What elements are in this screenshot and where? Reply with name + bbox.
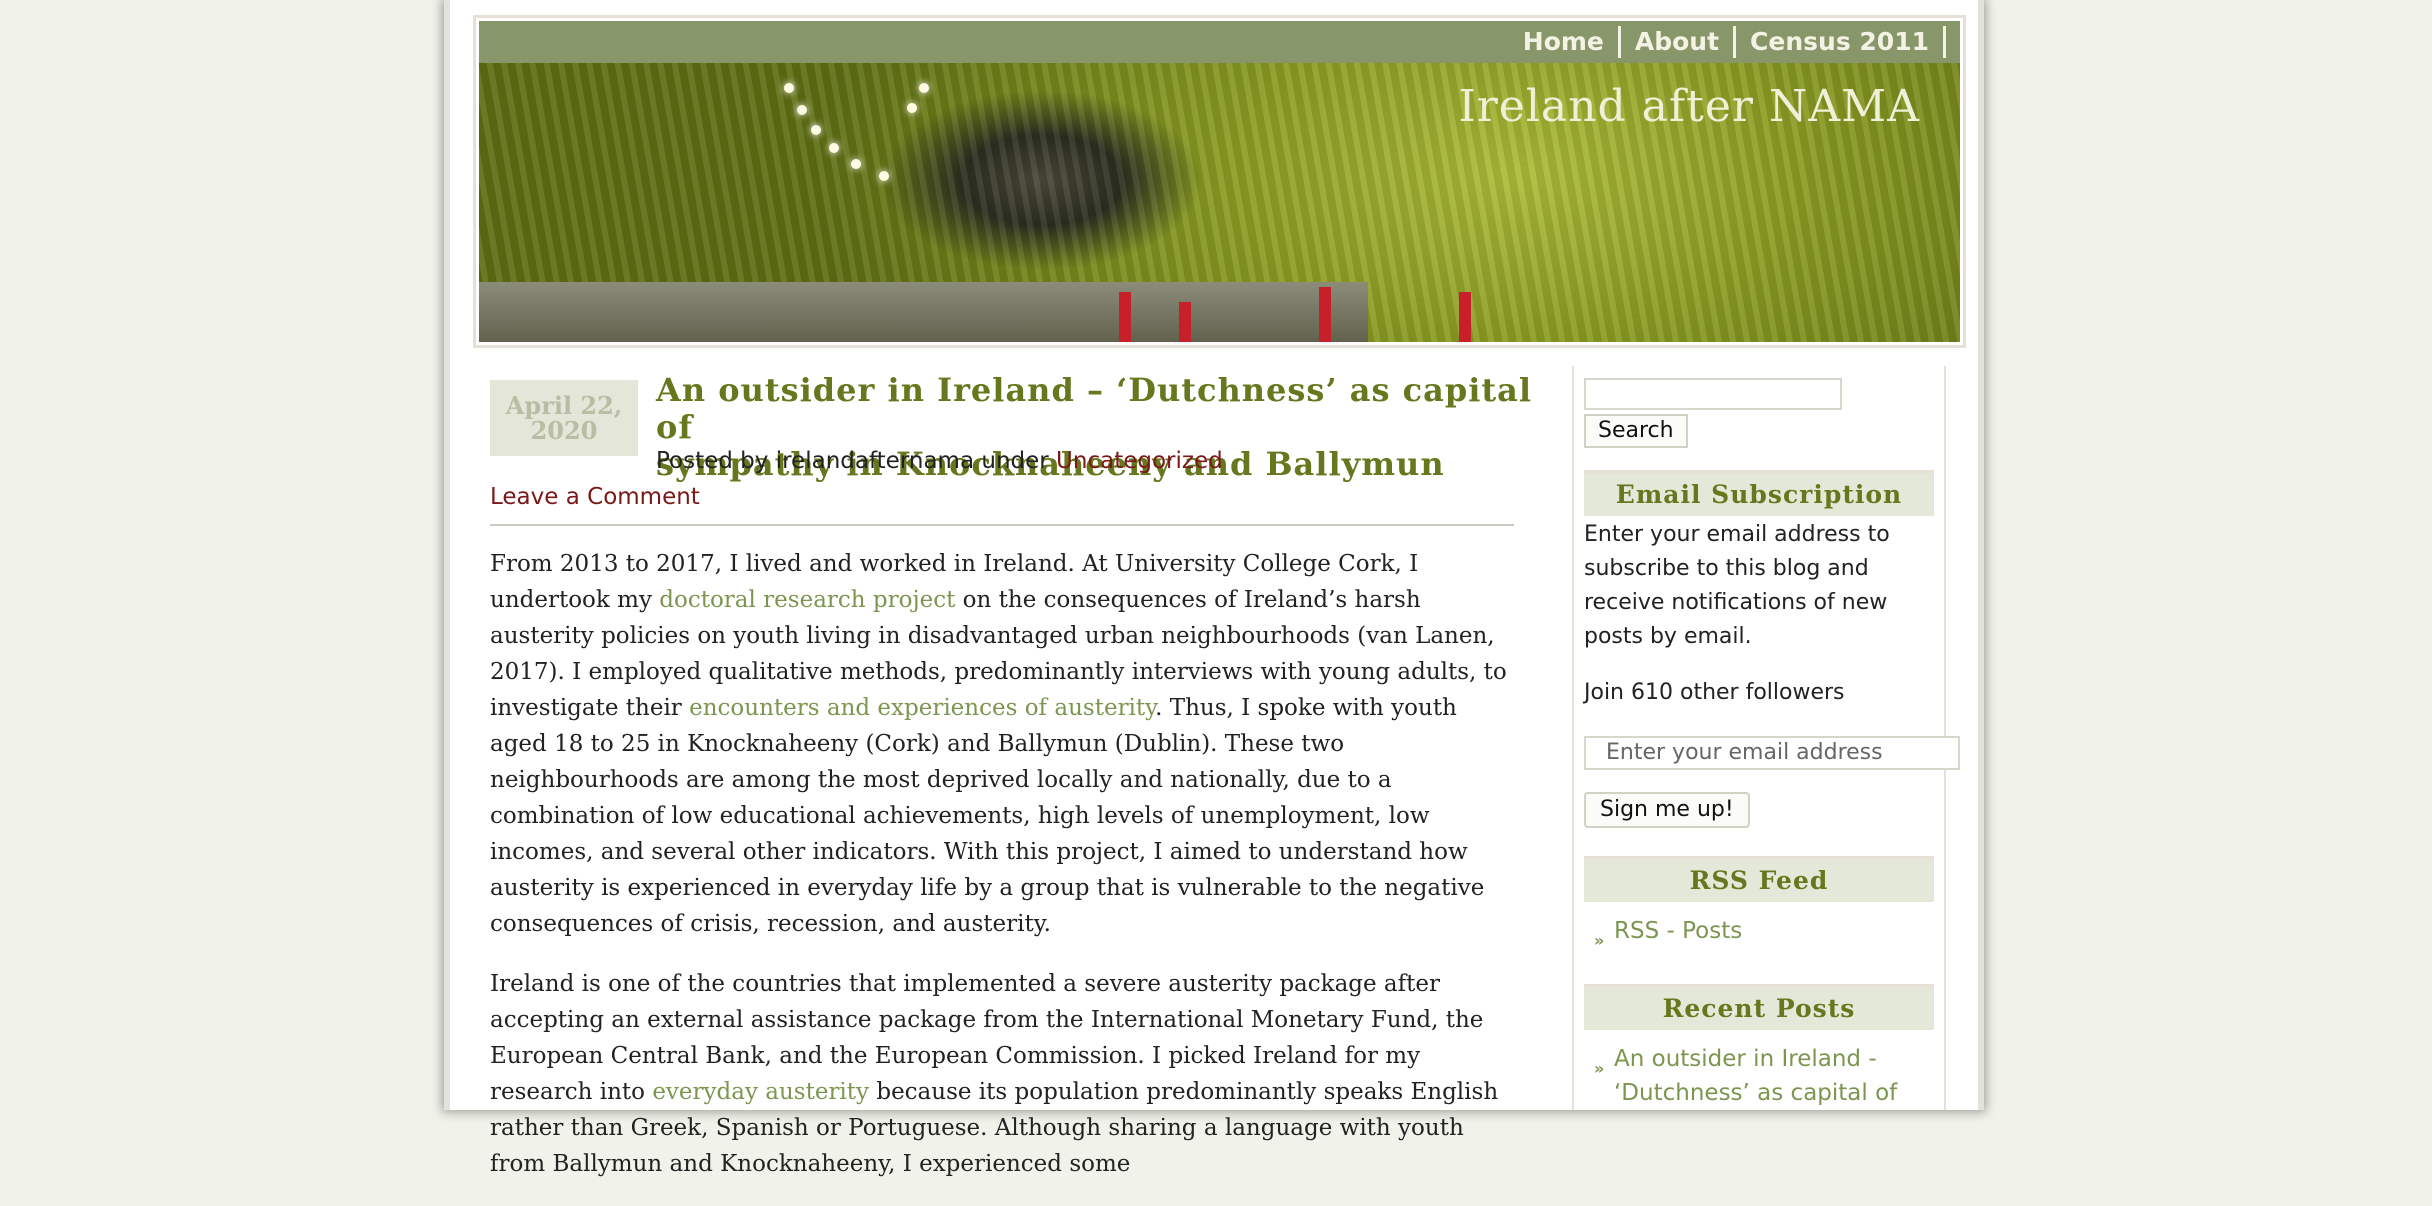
tunnel-light	[919, 83, 929, 93]
post-body: From 2013 to 2017, I lived and worked in…	[490, 546, 1520, 1206]
tunnel-light	[797, 105, 807, 115]
rss-posts-link[interactable]: » RSS - Posts	[1594, 914, 1742, 950]
nav-home[interactable]: Home	[1509, 26, 1621, 58]
leave-comment-link[interactable]: Leave a Comment	[490, 484, 700, 510]
email-subscription-text: Enter your email address to subscribe to…	[1584, 522, 1890, 649]
road-post	[1459, 292, 1471, 342]
encounters-austerity-link[interactable]: encounters and experiences of austerity	[689, 695, 1155, 721]
followers-count: Join 610 other followers	[1584, 680, 1845, 705]
search-input[interactable]	[1584, 378, 1842, 410]
tunnel-light	[851, 159, 861, 169]
post-paragraph: Ireland is one of the countries that imp…	[490, 966, 1520, 1182]
sign-me-up-button[interactable]: Sign me up!	[1584, 792, 1750, 828]
post-date-badge: April 22, 2020	[490, 380, 638, 456]
tunnel-road	[479, 282, 1368, 342]
post-date-line2: 2020	[530, 416, 598, 445]
post-title-line1[interactable]: An outsider in Ireland – ‘Dutchness’ as …	[656, 372, 1536, 446]
chevron-right-icon: »	[1594, 1059, 1605, 1078]
rss-posts-label[interactable]: RSS - Posts	[1614, 918, 1742, 944]
tunnel-light	[784, 83, 794, 93]
email-field[interactable]: Enter your email address	[1584, 736, 1960, 770]
top-nav: Home About Census 2011	[479, 21, 1960, 63]
rss-feed-title: RSS Feed	[1584, 856, 1934, 902]
tunnel-light	[829, 143, 839, 153]
tunnel-light	[879, 171, 889, 181]
post-meta: Posted by irelandafternama under Uncateg…	[656, 448, 1223, 474]
road-post	[1179, 302, 1191, 342]
email-subscription-title: Email Subscription	[1584, 470, 1934, 516]
recent-post-label[interactable]: An outsider in Ireland - ‘Dutchness’ as …	[1614, 1046, 1897, 1106]
under-label: under	[974, 448, 1057, 474]
nav-about[interactable]: About	[1621, 26, 1737, 58]
post-author: irelandafternama	[775, 448, 975, 474]
nav-census-2011[interactable]: Census 2011	[1736, 26, 1946, 58]
road-post	[1119, 292, 1131, 342]
doctoral-research-link[interactable]: doctoral research project	[659, 587, 955, 613]
post-divider	[490, 524, 1514, 526]
post-category-link[interactable]: Uncategorized	[1056, 448, 1223, 474]
tunnel-light	[811, 125, 821, 135]
site-header: Home About Census 2011 Ireland after NAM…	[473, 15, 1966, 348]
everyday-austerity-link[interactable]: everyday austerity	[652, 1079, 869, 1105]
tunnel-light	[907, 103, 917, 113]
recent-posts-title: Recent Posts	[1584, 984, 1934, 1030]
header-banner-image: Ireland after NAMA	[479, 63, 1960, 342]
recent-post-link[interactable]: » An outsider in Ireland - ‘Dutchness’ a…	[1594, 1042, 1914, 1110]
paragraph-text: . Thus, I spoke with youth aged 18 to 25…	[490, 695, 1485, 937]
site-title[interactable]: Ireland after NAMA	[1458, 81, 1920, 132]
posted-by-label: Posted by	[656, 448, 776, 474]
search-button[interactable]: Search	[1584, 414, 1688, 448]
sidebar-divider-left	[1572, 366, 1574, 1110]
road-post	[1319, 287, 1331, 342]
chevron-right-icon: »	[1594, 931, 1605, 950]
post-date-line1: April 22,	[505, 391, 623, 420]
post-paragraph: From 2013 to 2017, I lived and worked in…	[490, 546, 1520, 942]
